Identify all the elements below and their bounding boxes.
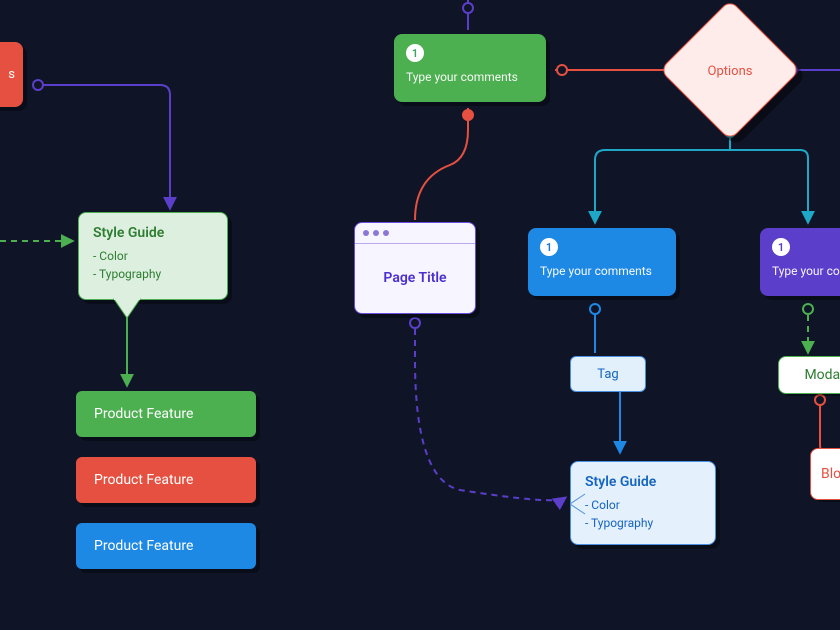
style-guide-item: - Typography bbox=[93, 265, 213, 283]
comment-node-blue[interactable]: 1 Type your comments bbox=[528, 228, 676, 296]
product-feature-red[interactable]: Product Feature bbox=[76, 457, 256, 503]
product-feature-blue[interactable]: Product Feature bbox=[76, 523, 256, 569]
block-node[interactable]: Block bbox=[810, 448, 840, 500]
comment-badge: 1 bbox=[772, 238, 790, 256]
red-partial-node[interactable]: s bbox=[0, 42, 23, 107]
flowchart-canvas[interactable]: s 1 Type your comments Options Style Gui… bbox=[0, 0, 840, 630]
comment-node-green[interactable]: 1 Type your comments bbox=[394, 34, 546, 102]
window-titlebar bbox=[355, 223, 475, 244]
style-guide-item: - Typography bbox=[585, 514, 701, 532]
modal-label: Modal bbox=[804, 367, 840, 383]
comment-text: Type your comments bbox=[406, 70, 534, 84]
page-title-text: Page Title bbox=[355, 244, 475, 312]
speech-tail bbox=[570, 490, 594, 520]
comment-text: Type your comments bbox=[772, 264, 840, 278]
style-guide-title: Style Guide bbox=[585, 474, 701, 490]
traffic-light-icon bbox=[383, 230, 389, 236]
modal-node[interactable]: Modal bbox=[778, 356, 840, 394]
tag-node[interactable]: Tag bbox=[570, 356, 646, 392]
traffic-light-icon bbox=[373, 230, 379, 236]
product-feature-green[interactable]: Product Feature bbox=[76, 391, 256, 437]
page-window-node[interactable]: Page Title bbox=[354, 222, 476, 314]
traffic-light-icon bbox=[363, 230, 369, 236]
style-guide-item: - Color bbox=[585, 496, 701, 514]
options-label: Options bbox=[660, 64, 800, 79]
style-guide-green-node[interactable]: Style Guide - Color - Typography bbox=[78, 212, 228, 300]
feature-label: Product Feature bbox=[94, 472, 193, 488]
comment-node-purple[interactable]: 1 Type your comments bbox=[760, 228, 840, 296]
tag-label: Tag bbox=[597, 367, 618, 382]
style-guide-item: - Color bbox=[93, 247, 213, 265]
comment-badge: 1 bbox=[406, 44, 424, 62]
style-guide-title: Style Guide bbox=[93, 225, 213, 241]
comment-text: Type your comments bbox=[540, 264, 664, 278]
comment-badge: 1 bbox=[540, 238, 558, 256]
feature-label: Product Feature bbox=[94, 538, 193, 554]
block-label: Block bbox=[821, 466, 840, 482]
node-text-fragment: s bbox=[8, 67, 15, 82]
feature-label: Product Feature bbox=[94, 406, 193, 422]
speech-tail bbox=[112, 298, 142, 320]
options-decision-node[interactable]: Options bbox=[680, 20, 780, 120]
